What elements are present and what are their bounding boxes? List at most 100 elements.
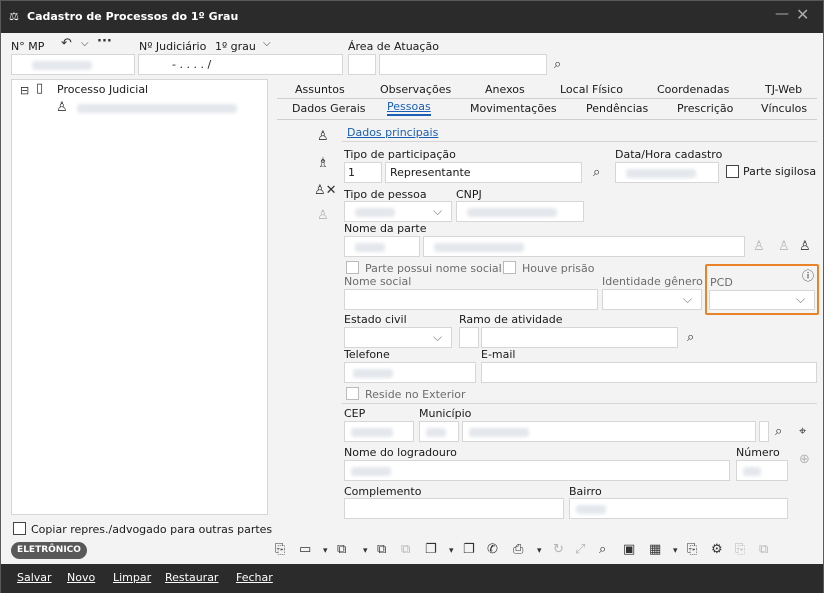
tab-pessoas[interactable]: Pessoas xyxy=(387,100,431,116)
tab-pendencias[interactable]: Pendências xyxy=(586,102,648,115)
tab-assuntos[interactable]: Assuntos xyxy=(295,83,345,96)
nome-social-input[interactable] xyxy=(344,289,598,310)
novo-button[interactable]: Novo xyxy=(67,571,95,584)
houve-prisao-checkbox[interactable] xyxy=(503,261,516,274)
minimize-button[interactable]: — xyxy=(775,6,789,22)
tipo-participacao-input[interactable]: Representante xyxy=(385,162,582,183)
tab-prescricao[interactable]: Prescrição xyxy=(677,102,733,115)
bairro-input[interactable] xyxy=(569,498,788,519)
dropdown-icon[interactable]: ▾ xyxy=(537,546,542,556)
parte-sigilosa-label: Parte sigilosa xyxy=(743,165,817,178)
limpar-button[interactable]: Limpar xyxy=(113,571,151,584)
close-button[interactable]: ✕ xyxy=(796,5,809,24)
reside-exterior-checkbox[interactable] xyxy=(346,387,359,400)
uf-input[interactable] xyxy=(759,421,769,442)
tab-observacoes[interactable]: Observações xyxy=(380,83,451,96)
collapse-icon[interactable]: ⊟ xyxy=(20,84,29,97)
dropdown-icon[interactable]: ▾ xyxy=(673,546,678,556)
tree-icon[interactable]: ⧉ xyxy=(377,542,386,557)
search-icon[interactable]: ⌕ xyxy=(687,331,694,344)
search-icon[interactable]: ⌕ xyxy=(593,166,600,179)
document-disabled-icon[interactable]: ⎘ xyxy=(735,542,745,557)
refresh-icon[interactable]: ↻ xyxy=(553,542,564,557)
phone-icon[interactable]: ✆ xyxy=(487,542,498,557)
pcd-select[interactable]: ⌵ xyxy=(709,290,815,310)
search-icon[interactable]: ⌕ xyxy=(554,58,561,71)
judiciario-input[interactable]: - . . . . / xyxy=(138,54,343,75)
documents-icon[interactable]: ❐ xyxy=(425,542,437,557)
nome-parte-code[interactable] xyxy=(344,236,420,257)
search-document-icon[interactable]: ⌕ xyxy=(599,542,606,557)
person-icon[interactable]: ♙ xyxy=(317,130,329,143)
numero-label: Número xyxy=(736,446,780,459)
fechar-button[interactable]: Fechar xyxy=(236,571,273,584)
logradouro-label: Nome do logradouro xyxy=(344,446,457,459)
person-search-icon[interactable]: ♙ xyxy=(317,209,329,222)
logradouro-input[interactable] xyxy=(344,460,730,481)
copy-icon[interactable]: ❐ xyxy=(463,542,475,557)
person-copy-icon[interactable]: ♙ xyxy=(753,240,765,253)
tab-vinculos[interactable]: Vínculos xyxy=(761,102,807,115)
network-icon[interactable]: ⧉ xyxy=(337,542,346,557)
link-disabled-icon[interactable]: ⧉ xyxy=(759,542,768,557)
copiar-checkbox[interactable] xyxy=(13,522,26,535)
complemento-input[interactable] xyxy=(344,498,564,519)
area-code-input[interactable] xyxy=(348,54,376,75)
person-lock-icon[interactable]: ♗ xyxy=(317,157,329,170)
area-input[interactable] xyxy=(379,54,547,75)
numero-input[interactable] xyxy=(736,460,788,481)
stamp-icon[interactable]: ▣ xyxy=(623,542,635,557)
grau-dropdown-icon[interactable]: ⌵ xyxy=(263,37,271,50)
complemento-label: Complemento xyxy=(344,485,422,498)
subtab-dados-principais[interactable]: Dados principais xyxy=(347,126,438,139)
identidade-genero-select[interactable]: ⌵ xyxy=(602,289,702,310)
dropdown-icon[interactable]: ▾ xyxy=(323,546,328,556)
person-info-icon[interactable]: ♙ xyxy=(778,240,790,253)
tab-tj-web[interactable]: TJ-Web xyxy=(765,83,802,96)
nome-parte-input[interactable] xyxy=(423,236,745,257)
ramo-atividade-input[interactable] xyxy=(481,327,678,348)
expand-icon[interactable]: ⤢ xyxy=(575,542,585,557)
print-icon[interactable]: ⎙ xyxy=(513,542,523,557)
parte-sigilosa-checkbox[interactable] xyxy=(726,165,739,178)
tab-coordenadas[interactable]: Coordenadas xyxy=(657,83,729,96)
salvar-button[interactable]: Salvar xyxy=(17,571,52,584)
municipio-input[interactable] xyxy=(462,421,756,442)
email-input[interactable] xyxy=(481,362,817,383)
person-edit-icon[interactable]: ♙ xyxy=(799,240,811,253)
tab-movimentacoes[interactable]: Movimentações xyxy=(470,102,557,115)
tab-anexos[interactable]: Anexos xyxy=(485,83,525,96)
address-search-icon[interactable]: ⌖ xyxy=(799,425,806,438)
municipio-code-input[interactable] xyxy=(419,421,459,442)
tree-root-label[interactable]: Processo Judicial xyxy=(57,83,148,96)
dropdown-icon[interactable]: ▾ xyxy=(449,546,454,556)
chevron-down-icon[interactable]: ⌵ xyxy=(81,37,89,50)
document-add-icon[interactable]: ⎘ xyxy=(687,542,697,557)
tab-local-fisico[interactable]: Local Físico xyxy=(560,83,623,96)
more-icon[interactable]: ··· xyxy=(97,35,112,48)
nmp-label: N° MP xyxy=(11,40,45,53)
person-remove-icon[interactable]: ♙✕ xyxy=(314,184,337,197)
calendar-grid-icon[interactable]: ▦ xyxy=(649,542,661,557)
telefone-input[interactable] xyxy=(344,362,476,383)
map-add-icon[interactable]: ⊕ xyxy=(799,453,810,466)
tab-strip: Assuntos Observações Anexos Local Físico… xyxy=(277,79,817,121)
calendar-icon[interactable]: ▭ xyxy=(299,542,311,557)
nome-social-checkbox[interactable] xyxy=(346,261,359,274)
nmp-input[interactable] xyxy=(11,54,135,75)
settings-document-icon[interactable]: ⚙ xyxy=(711,542,723,557)
restaurar-button[interactable]: Restaurar xyxy=(165,571,218,584)
undo-icon[interactable]: ↶ xyxy=(61,37,72,50)
dropdown-icon[interactable]: ▾ xyxy=(363,546,368,556)
cep-input[interactable] xyxy=(344,421,414,442)
ramo-code-input[interactable] xyxy=(459,327,479,348)
tipo-pessoa-select[interactable]: ⌵ xyxy=(344,201,452,222)
add-document-icon[interactable]: ⎘ xyxy=(275,542,285,557)
tipo-participacao-code[interactable]: 1 xyxy=(344,162,382,183)
help-icon[interactable]: ⓘ xyxy=(802,270,814,283)
search-icon[interactable]: ⌕ xyxy=(775,425,782,438)
cnpj-input[interactable] xyxy=(456,201,584,222)
tab-dados-gerais[interactable]: Dados Gerais xyxy=(292,102,366,115)
estado-civil-select[interactable]: ⌵ xyxy=(344,327,452,348)
tree-disabled-icon[interactable]: ⧉ xyxy=(401,542,410,557)
